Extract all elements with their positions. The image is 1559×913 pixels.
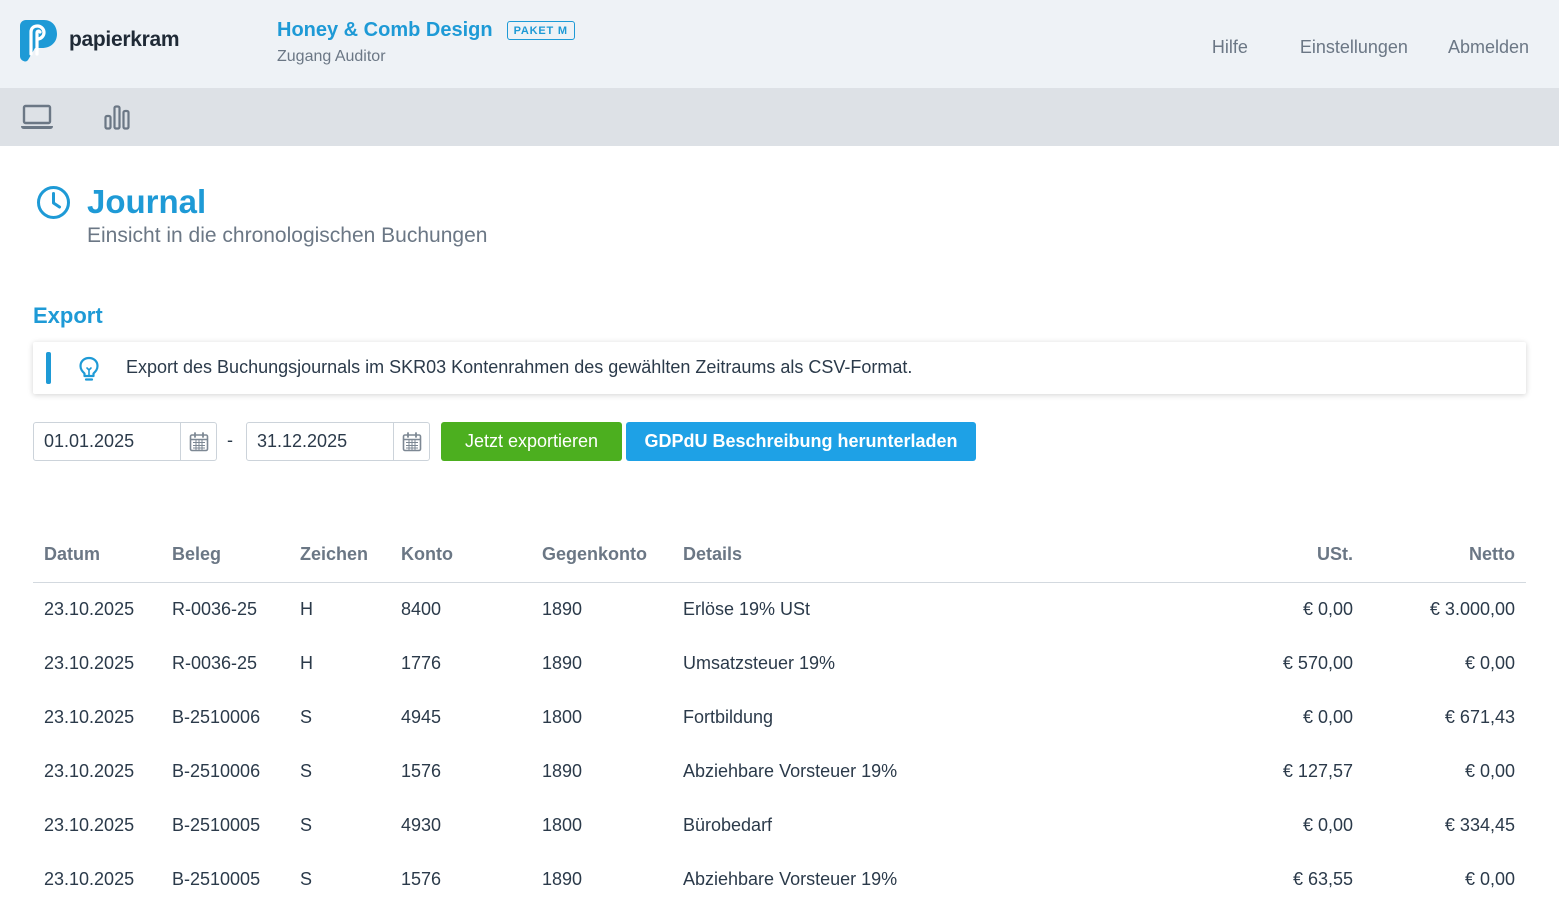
export-now-button[interactable]: Jetzt exportieren	[441, 422, 622, 461]
cell-ust: € 570,00	[1282, 652, 1353, 673]
cell-beleg[interactable]: R-0036-25	[161, 636, 289, 690]
cell-details: Abziehbare Vorsteuer 19%	[683, 868, 898, 889]
date-to-input[interactable]	[247, 423, 393, 460]
cell-konto: 4945	[401, 706, 442, 727]
export-hint-box: Export des Buchungsjournals im SKR03 Kon…	[33, 342, 1526, 394]
top-navigation: Hilfe Einstellungen Abmelden	[1212, 37, 1529, 58]
column-header-details[interactable]: Details	[672, 528, 1214, 583]
cell-details: Fortbildung	[683, 706, 774, 727]
date-from-calendar-button[interactable]	[180, 423, 216, 460]
table-row[interactable]: 23.10.2025 B-2510005 S 4930 1800 Bürobed…	[33, 798, 1526, 852]
cell-datum: 23.10.2025	[44, 760, 135, 781]
cell-beleg[interactable]: B-2510006	[161, 690, 289, 744]
cell-zeichen: S	[300, 814, 313, 835]
table-row[interactable]: 23.10.2025 R-0036-25 H 1776 1890 Umsatzs…	[33, 636, 1526, 690]
cell-gegenkonto: 1890	[542, 760, 583, 781]
cell-zeichen: H	[300, 652, 313, 673]
cell-ust: € 0,00	[1302, 814, 1353, 835]
cell-zeichen: S	[300, 868, 313, 889]
cell-zeichen: S	[300, 706, 313, 727]
cell-zeichen: S	[300, 760, 313, 781]
top-bar: papierkram Honey & Comb Design PAKET M Z…	[0, 0, 1559, 88]
plan-badge: PAKET M	[506, 21, 575, 40]
table-row[interactable]: 23.10.2025 R-0036-25 H 8400 1890 Erlöse …	[33, 582, 1526, 636]
hint-accent-bar	[46, 352, 51, 384]
logout-link[interactable]: Abmelden	[1448, 37, 1529, 58]
cell-details: Bürobedarf	[683, 814, 773, 835]
cell-gegenkonto: 1890	[542, 652, 583, 673]
export-hint-text: Export des Buchungsjournals im SKR03 Kon…	[126, 357, 913, 377]
table-row[interactable]: 23.10.2025 B-2510005 S 1576 1890 Abziehb…	[33, 852, 1526, 906]
cell-details: Erlöse 19% USt	[683, 598, 811, 619]
access-label: Zugang Auditor	[277, 48, 386, 65]
cell-netto: € 671,43	[1444, 706, 1515, 727]
table-row[interactable]: 23.10.2025 B-2510006 S 1576 1890 Abziehb…	[33, 744, 1526, 798]
cell-zeichen: H	[300, 598, 313, 619]
journal-table: Datum Beleg Zeichen Konto Gegenkonto Det…	[33, 528, 1526, 906]
bar-chart-icon[interactable]	[104, 105, 130, 130]
column-header-datum[interactable]: Datum	[33, 528, 161, 583]
cell-ust: € 0,00	[1302, 706, 1353, 727]
cell-beleg[interactable]: R-0036-25	[161, 582, 289, 636]
cell-ust: € 0,00	[1302, 598, 1353, 619]
toolbar	[0, 88, 1559, 146]
cell-konto: 8400	[401, 598, 442, 619]
column-header-konto[interactable]: Konto	[390, 528, 531, 583]
calendar-icon	[189, 431, 208, 451]
cell-beleg[interactable]: B-2510005	[161, 852, 289, 906]
clock-icon	[37, 186, 70, 219]
cell-details: Abziehbare Vorsteuer 19%	[683, 760, 898, 781]
company-info: Honey & Comb Design PAKET M Zugang Audit…	[277, 19, 575, 66]
date-to-field	[246, 422, 430, 461]
column-header-zeichen[interactable]: Zeichen	[289, 528, 390, 583]
settings-link[interactable]: Einstellungen	[1300, 37, 1408, 58]
cell-netto: € 0,00	[1464, 760, 1515, 781]
cell-konto: 1576	[401, 868, 442, 889]
cell-gegenkonto: 1890	[542, 598, 583, 619]
help-link[interactable]: Hilfe	[1212, 37, 1248, 58]
column-header-ust[interactable]: USt.	[1214, 528, 1364, 583]
page-title: Journal	[87, 183, 207, 220]
brand-name: papierkram	[69, 28, 180, 51]
company-name[interactable]: Honey & Comb Design	[277, 19, 493, 42]
table-header-row: Datum Beleg Zeichen Konto Gegenkonto Det…	[33, 528, 1526, 583]
cell-beleg[interactable]: B-2510006	[161, 744, 289, 798]
cell-gegenkonto: 1800	[542, 706, 583, 727]
cell-details: Umsatzsteuer 19%	[683, 652, 836, 673]
cell-konto: 1776	[401, 652, 442, 673]
column-header-netto[interactable]: Netto	[1364, 528, 1526, 583]
cell-netto: € 3.000,00	[1429, 598, 1515, 619]
cell-datum: 23.10.2025	[44, 814, 135, 835]
logo[interactable]: papierkram	[18, 18, 180, 62]
papierkram-logo-icon	[20, 20, 57, 62]
lightbulb-icon	[79, 356, 99, 381]
cell-gegenkonto: 1800	[542, 814, 583, 835]
cell-netto: € 334,45	[1444, 814, 1515, 835]
date-from-field	[33, 422, 217, 461]
export-section-title: Export	[33, 303, 103, 328]
cell-beleg[interactable]: B-2510005	[161, 798, 289, 852]
cell-datum: 23.10.2025	[44, 868, 135, 889]
cell-netto: € 0,00	[1464, 868, 1515, 889]
cell-gegenkonto: 1890	[542, 868, 583, 889]
cell-netto: € 0,00	[1464, 652, 1515, 673]
cell-konto: 4930	[401, 814, 442, 835]
gdpdu-download-button[interactable]: GDPdU Beschreibung herunterladen	[626, 422, 976, 461]
cell-datum: 23.10.2025	[44, 706, 135, 727]
column-header-gegenkonto[interactable]: Gegenkonto	[531, 528, 672, 583]
cell-ust: € 63,55	[1292, 868, 1353, 889]
laptop-icon[interactable]	[20, 104, 54, 130]
date-range-separator: -	[227, 430, 233, 450]
cell-datum: 23.10.2025	[44, 652, 135, 673]
cell-ust: € 127,57	[1282, 760, 1353, 781]
calendar-icon	[402, 431, 421, 451]
date-from-input[interactable]	[34, 423, 180, 460]
column-header-beleg[interactable]: Beleg	[161, 528, 289, 583]
date-to-calendar-button[interactable]	[393, 423, 429, 460]
cell-konto: 1576	[401, 760, 442, 781]
cell-datum: 23.10.2025	[44, 598, 135, 619]
table-row[interactable]: 23.10.2025 B-2510006 S 4945 1800 Fortbil…	[33, 690, 1526, 744]
page-subtitle: Einsicht in die chronologischen Buchunge…	[87, 224, 488, 247]
